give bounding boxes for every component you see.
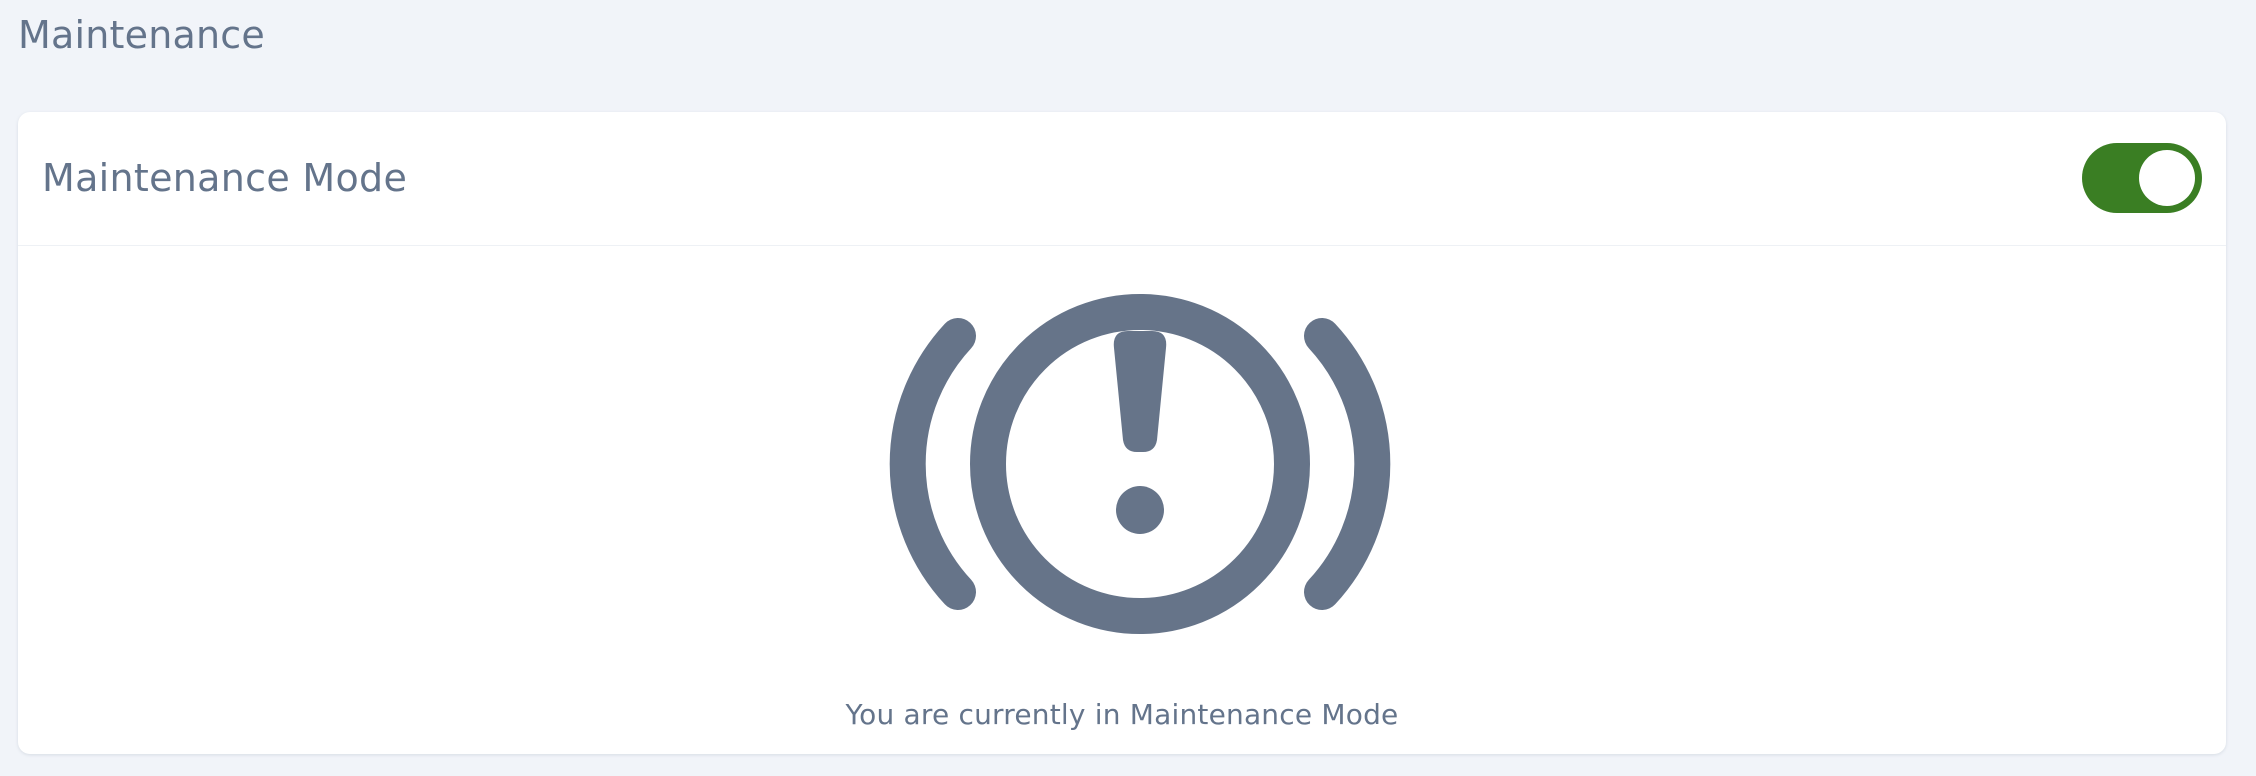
maintenance-card: Maintenance Mode You are currently in Ma… [18, 112, 2226, 754]
maintenance-alert-icon [889, 294, 1391, 634]
left-arc [889, 318, 976, 610]
right-arc [1304, 318, 1391, 610]
maintenance-status-message: You are currently in Maintenance Mode [845, 698, 1399, 731]
exclamation-dot [1116, 486, 1164, 534]
card-header: Maintenance Mode [18, 112, 2226, 246]
card-title: Maintenance Mode [42, 156, 408, 200]
card-body: You are currently in Maintenance Mode [18, 246, 2226, 754]
toggle-knob [2139, 150, 2195, 206]
exclamation-bar [1113, 331, 1167, 452]
maintenance-mode-toggle[interactable] [2082, 143, 2202, 213]
page-title: Maintenance [18, 13, 265, 57]
